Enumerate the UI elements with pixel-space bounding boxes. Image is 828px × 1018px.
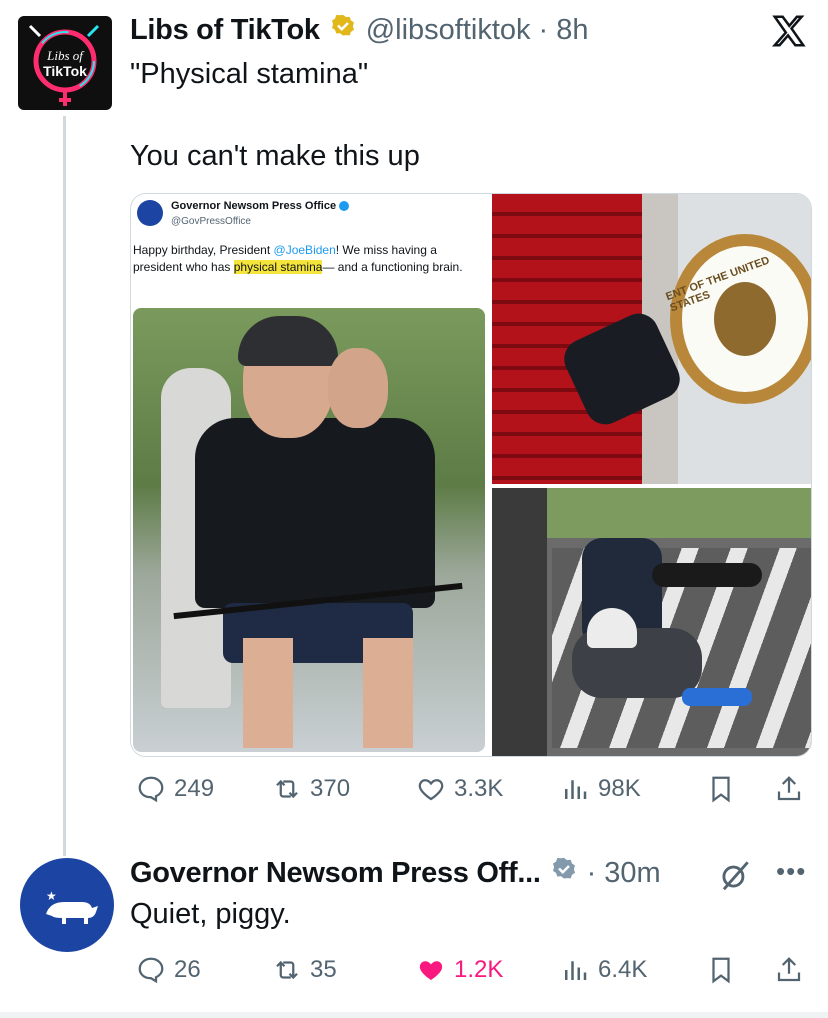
like-button-2-liked[interactable]: 1.2K: [416, 955, 503, 985]
tweet1-media-grid[interactable]: Governor Newsom Press Office @GovPressOf…: [130, 193, 812, 757]
bookmark-button-2[interactable]: [706, 955, 736, 985]
tweet1-time[interactable]: 8h: [556, 14, 588, 47]
embedded-text: Happy birthday, President @JoeBiden! We …: [133, 243, 463, 274]
embedded-screenshot: Governor Newsom Press Office @GovPressOf…: [131, 194, 491, 756]
tweet2-name[interactable]: Governor Newsom Press Off...: [130, 857, 541, 890]
photo-bike-ride: [133, 308, 485, 752]
reply-button-2[interactable]: 26: [136, 955, 201, 985]
tweet1-quote-line: "Physical stamina": [130, 58, 369, 90]
bookmark-icon: [712, 776, 730, 803]
tweet2-time[interactable]: 30m: [604, 857, 660, 890]
x-logo-icon[interactable]: [770, 12, 808, 55]
views-icon: [565, 961, 587, 980]
reply-button[interactable]: 249: [136, 774, 214, 804]
embedded-avatar: [137, 200, 163, 226]
tweet1-header: Libs of TikTok @libsoftiktok · 8h: [130, 10, 588, 50]
photo-bike-fall: [492, 488, 811, 756]
tweet2-text: Quiet, piggy.: [130, 898, 291, 930]
repost-icon: [276, 960, 298, 980]
newsom-avatar[interactable]: ★: [20, 858, 114, 952]
share-button[interactable]: [774, 774, 804, 804]
repost-count-2: 35: [310, 956, 337, 983]
share-icon: [777, 776, 801, 801]
gold-verified-icon: [328, 13, 358, 48]
bottom-divider: [0, 1012, 828, 1018]
tweet1-text: You can't make this up: [130, 140, 420, 172]
thread-line: [63, 116, 66, 856]
grey-verified-icon: [549, 856, 579, 891]
views-count: 98K: [598, 775, 641, 802]
like-count: 3.3K: [454, 775, 504, 802]
avatar-star-icon: ★: [46, 889, 57, 903]
avatar-text-2: TikTok: [43, 63, 87, 79]
share-icon: [777, 957, 801, 982]
reply-count: 249: [174, 775, 215, 802]
tweet1-handle[interactable]: @libsoftiktok: [366, 14, 531, 47]
libsoftiktok-avatar[interactable]: Libs of TikTok: [18, 16, 112, 110]
reply-icon: [138, 957, 164, 984]
tweet2-header: Governor Newsom Press Off... · 30m: [130, 852, 661, 894]
embedded-name: Governor Newsom Press Office: [171, 200, 350, 212]
reply-icon: [138, 776, 164, 803]
share-button-2[interactable]: [774, 955, 804, 985]
reply-count-2: 26: [174, 956, 201, 983]
dot-separator: ·: [538, 13, 549, 46]
tweet1-name[interactable]: Libs of TikTok: [130, 14, 320, 47]
views-icon: [565, 780, 587, 799]
photo-air-force-one-stairs: ENT OF THE UNITED STATES: [492, 194, 811, 484]
bookmark-button[interactable]: [706, 774, 736, 804]
embedded-verified-icon: [339, 201, 350, 212]
repost-button-2[interactable]: 35: [272, 955, 337, 985]
repost-count: 370: [310, 775, 351, 802]
bookmark-icon: [712, 957, 730, 984]
more-options-icon[interactable]: •••: [776, 856, 806, 887]
repost-icon: [276, 779, 298, 799]
views-count-2: 6.4K: [598, 956, 648, 983]
bear-icon: [46, 902, 98, 924]
like-count-2: 1.2K: [454, 956, 504, 983]
views-button-2[interactable]: 6.4K: [560, 955, 647, 985]
dot-separator-2: ·: [586, 856, 597, 889]
grok-icon[interactable]: [716, 856, 754, 899]
heart-icon: [418, 779, 444, 801]
embedded-handle: @GovPressOffice: [171, 216, 251, 227]
avatar-text-1: Libs of: [46, 48, 85, 63]
views-button[interactable]: 98K: [560, 774, 641, 804]
heart-filled-icon: [419, 961, 443, 980]
like-button[interactable]: 3.3K: [416, 774, 503, 804]
repost-button[interactable]: 370: [272, 774, 350, 804]
